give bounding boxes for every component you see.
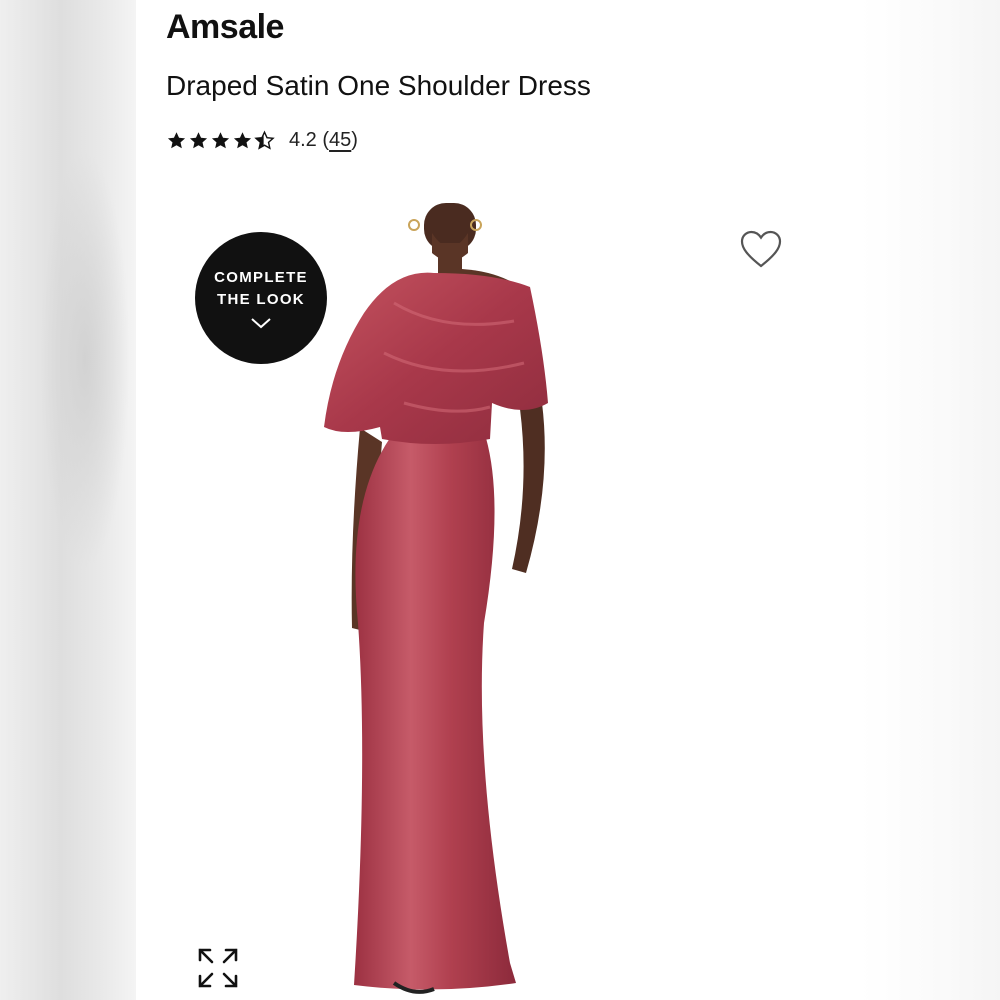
complete-look-line1: COMPLETE bbox=[214, 269, 308, 286]
complete-look-line2: THE LOOK bbox=[217, 291, 305, 308]
review-count-link[interactable]: 45 bbox=[329, 129, 351, 151]
dress-skirt bbox=[354, 438, 516, 990]
right-blurred-backdrop bbox=[860, 0, 1000, 1000]
rating-text: 4.2 (45) bbox=[289, 129, 358, 152]
heart-outline-icon[interactable] bbox=[739, 229, 783, 271]
model-right-arm bbox=[512, 403, 545, 573]
star-rating bbox=[166, 130, 275, 151]
product-title: Draped Satin One Shoulder Dress bbox=[166, 70, 591, 101]
model-head bbox=[408, 203, 482, 277]
star-partial-icon bbox=[254, 130, 275, 150]
chevron-down-icon bbox=[251, 318, 271, 329]
backdrop-shadow bbox=[40, 150, 130, 570]
star-full-icon bbox=[189, 131, 208, 148]
dress-draped-top bbox=[324, 272, 548, 444]
star-full-icon bbox=[211, 131, 230, 148]
expand-arrows-icon[interactable] bbox=[196, 946, 240, 990]
product-panel: Amsale Draped Satin One Shoulder Dress 4… bbox=[136, 0, 860, 1000]
complete-the-look-button[interactable]: COMPLETE THE LOOK bbox=[195, 232, 327, 364]
star-full-icon bbox=[233, 131, 252, 148]
left-blurred-backdrop bbox=[0, 0, 136, 1000]
rating-summary[interactable]: 4.2 (45) bbox=[166, 125, 358, 155]
star-full-icon bbox=[167, 131, 186, 148]
review-count-close-paren: ) bbox=[351, 128, 358, 151]
product-image[interactable] bbox=[324, 203, 716, 1000]
rating-value: 4.2 bbox=[289, 128, 317, 151]
brand-name[interactable]: Amsale bbox=[166, 8, 284, 47]
